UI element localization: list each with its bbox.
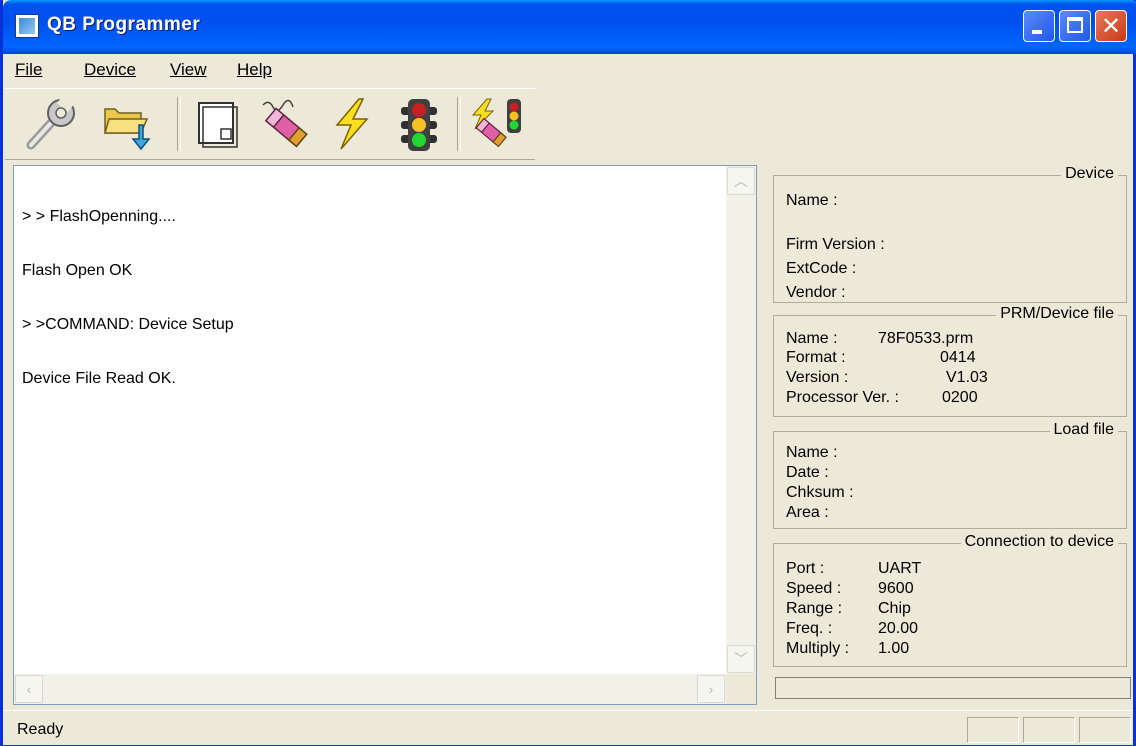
menu-device-label: Device: [84, 60, 136, 79]
maximize-button[interactable]: [1059, 10, 1091, 42]
horizontal-scrollbar[interactable]: ‹ ›: [14, 674, 726, 704]
vertical-scrollbar[interactable]: ︿ ﹀: [726, 166, 756, 674]
autoprocedure-button[interactable]: [467, 95, 527, 153]
menu-view[interactable]: View: [170, 60, 207, 80]
chevron-down-icon: ﹀: [734, 651, 748, 667]
status-pane: [1079, 717, 1131, 743]
eraser-icon: [262, 99, 308, 148]
load-area-label: Area :: [786, 504, 829, 521]
app-icon[interactable]: [15, 14, 39, 38]
scroll-left-button[interactable]: ‹: [15, 675, 43, 703]
prm-name-value: 78F0533.prm: [878, 330, 974, 347]
freq-value: 20.00: [878, 620, 919, 637]
prm-processor-label: Processor Ver. :: [786, 389, 899, 406]
vendor-label: Vendor :: [786, 284, 846, 301]
close-button[interactable]: ✕: [1095, 10, 1127, 42]
range-label: Range :: [786, 600, 843, 617]
progress-bar: [775, 677, 1131, 699]
log-lines: > > FlashOpenning.... Flash Open OK > >C…: [22, 172, 234, 424]
status-bar: Ready: [3, 710, 1133, 745]
blank-check-button[interactable]: [187, 95, 247, 153]
title-bar[interactable]: QB Programmer ✕: [3, 0, 1136, 54]
wrench-icon: [26, 93, 76, 150]
info-panel: Device Name : Firm Version : ExtCode : V…: [763, 165, 1135, 705]
verify-button[interactable]: [389, 95, 449, 153]
prm-format-label: Format :: [786, 349, 846, 366]
chevron-right-icon: ›: [708, 681, 714, 697]
freq-label: Freq. :: [786, 620, 833, 637]
port-value: UART: [878, 560, 922, 577]
log-line: Device File Read OK.: [22, 370, 176, 387]
log-line: > > FlashOpenning....: [22, 208, 176, 225]
program-button[interactable]: [323, 95, 383, 153]
status-pane: [1023, 717, 1075, 743]
connection-group: Connection to device Port : UART Speed :…: [773, 533, 1127, 667]
traffic-light-icon: [401, 99, 437, 151]
menu-device[interactable]: Device: [84, 60, 136, 80]
device-name-label: Name :: [786, 192, 838, 209]
load-file-button[interactable]: [97, 95, 157, 153]
prm-version-value: V1.03: [946, 369, 988, 386]
load-date-label: Date :: [786, 464, 829, 481]
multiply-value: 1.00: [878, 640, 910, 657]
device-group-title: Device: [1061, 165, 1118, 183]
firm-version-label: Firm Version :: [786, 236, 885, 253]
window-title: QB Programmer: [47, 14, 201, 35]
scroll-down-button[interactable]: ﹀: [727, 645, 755, 673]
load-file-group: Load file Name : Date : Chksum : Area :: [773, 421, 1127, 529]
speed-value: 9600: [878, 580, 914, 597]
menu-view-label: View: [170, 60, 207, 79]
blank-page-icon: [198, 102, 238, 148]
port-label: Port :: [786, 560, 825, 577]
toolbar-separator: [457, 97, 461, 151]
toolbar-separator: [177, 97, 181, 151]
open-folder-icon: [104, 108, 151, 151]
lightning-icon: [335, 98, 369, 150]
log-output[interactable]: > > FlashOpenning.... Flash Open OK > >C…: [13, 165, 757, 705]
extcode-label: ExtCode :: [786, 260, 857, 277]
auto-program-icon: [471, 98, 521, 148]
toolbar: [5, 88, 535, 160]
chevron-left-icon: ‹: [26, 681, 32, 697]
speed-label: Speed :: [786, 580, 842, 597]
menu-help-label: Help: [237, 60, 272, 79]
connection-group-title: Connection to device: [960, 533, 1118, 551]
prm-group: PRM/Device file Name : 78F0533.prm Forma…: [773, 305, 1127, 417]
menu-file[interactable]: File: [15, 60, 42, 80]
prm-version-label: Version :: [786, 369, 849, 386]
prm-format-value: 0414: [940, 349, 976, 366]
close-icon: ✕: [1100, 12, 1122, 40]
prm-group-title: PRM/Device file: [996, 305, 1118, 323]
app-window: QB Programmer ✕ File Device View Help > …: [0, 0, 1136, 746]
device-setup-button[interactable]: [23, 93, 83, 153]
chevron-up-icon: ︿: [734, 173, 748, 189]
load-chksum-label: Chksum :: [786, 484, 854, 501]
prm-name-label: Name :: [786, 330, 838, 347]
status-text: Ready: [17, 721, 64, 738]
load-name-label: Name :: [786, 444, 838, 461]
status-pane: [967, 717, 1019, 743]
minimize-button[interactable]: [1023, 10, 1055, 42]
menu-help[interactable]: Help: [237, 60, 272, 80]
load-file-group-title: Load file: [1049, 421, 1118, 439]
multiply-label: Multiply :: [786, 640, 850, 657]
device-group: Device Name : Firm Version : ExtCode : V…: [773, 165, 1127, 303]
log-line: > >COMMAND: Device Setup: [22, 316, 234, 333]
menu-file-label: File: [15, 60, 43, 79]
prm-processor-value: 0200: [942, 389, 978, 406]
erase-button[interactable]: [255, 95, 315, 153]
range-value: Chip: [878, 600, 911, 617]
scroll-up-button[interactable]: ︿: [727, 167, 755, 195]
scroll-right-button[interactable]: ›: [697, 675, 725, 703]
menu-bar: File Device View Help: [3, 54, 1133, 86]
scroll-corner: [726, 674, 756, 704]
log-line: Flash Open OK: [22, 262, 133, 279]
